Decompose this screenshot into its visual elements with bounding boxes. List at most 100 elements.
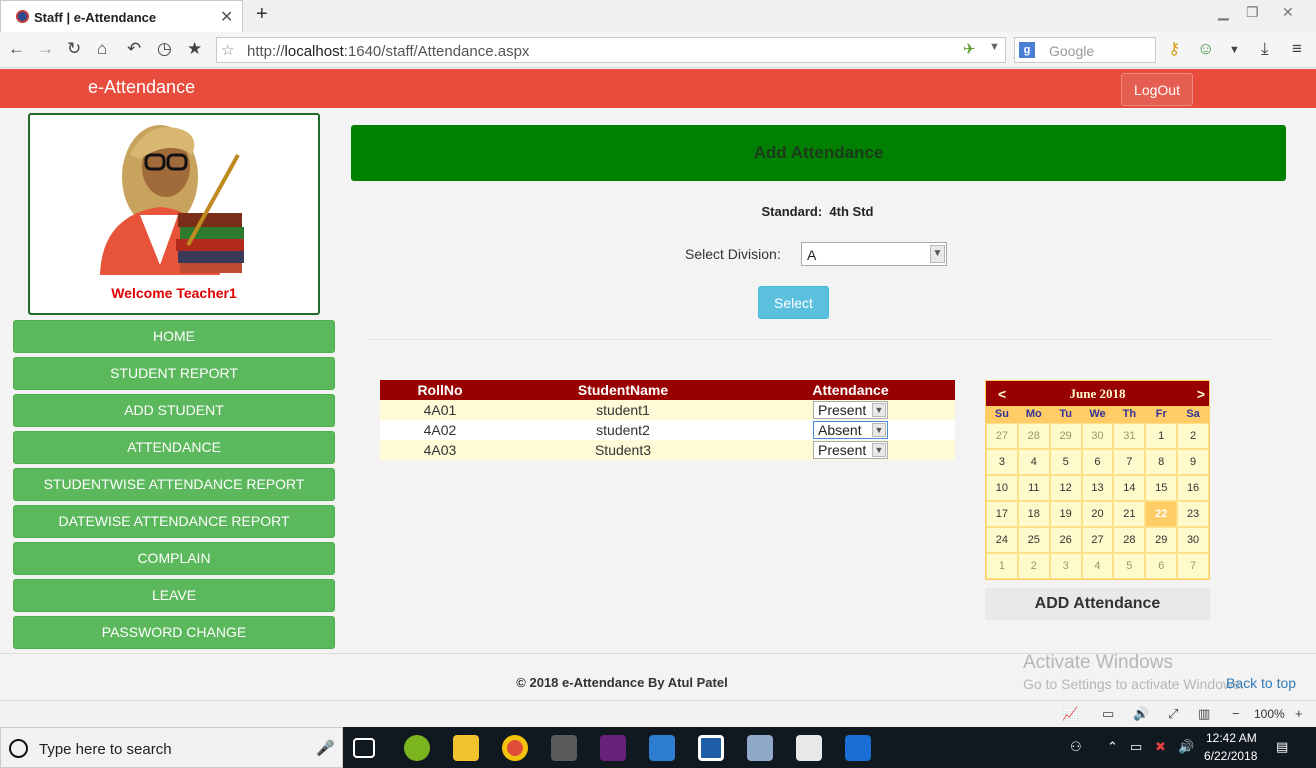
calendar-day[interactable]: 5	[1113, 553, 1146, 579]
calendar-day[interactable]: 4	[1017, 449, 1050, 475]
menu-dropdown-icon[interactable]: ▼	[1229, 44, 1240, 56]
address-bar[interactable]: ☆ http://localhost:1640/staff/Attendance…	[216, 37, 1006, 63]
calendar-day[interactable]: 3	[986, 449, 1018, 475]
speaker-icon[interactable]: 🔊	[1178, 739, 1194, 755]
tray-chevron-icon[interactable]: ⌃	[1107, 739, 1118, 755]
calendar-day[interactable]: 2	[1177, 423, 1209, 449]
calendar-day[interactable]: 1	[986, 553, 1018, 579]
calendar-day[interactable]: 26	[1049, 527, 1082, 553]
app-active-icon[interactable]	[845, 735, 871, 761]
clock-time[interactable]: 12:42 AM	[1206, 731, 1257, 745]
menu-datewise-report-button[interactable]: DATEWISE ATTENDANCE REPORT	[13, 505, 335, 538]
calendar-day[interactable]: 18	[1017, 501, 1050, 527]
calendar-day[interactable]: 24	[986, 527, 1018, 553]
attendance-select[interactable]: Present ▼	[813, 441, 888, 460]
home-icon[interactable]: ⌂	[97, 39, 107, 59]
chevron-down-icon[interactable]: ▼	[872, 403, 886, 418]
menu-student-report-button[interactable]: STUDENT REPORT	[13, 357, 335, 390]
url-text[interactable]: http://localhost:1640/staff/Attendance.a…	[247, 43, 529, 60]
calendar-day[interactable]: 30	[1081, 423, 1114, 449]
app-green-icon[interactable]	[404, 735, 430, 761]
division-select[interactable]: A ▼	[801, 242, 947, 266]
calendar-day[interactable]: 29	[1145, 527, 1178, 553]
minimize-window-icon[interactable]: ▁	[1218, 4, 1229, 21]
reload-icon[interactable]: ↻	[67, 39, 81, 59]
attendance-select[interactable]: Present ▼	[813, 401, 888, 420]
calendar-day[interactable]: 27	[986, 423, 1018, 449]
network-icon[interactable]: ✖	[1155, 739, 1166, 755]
screen-icon[interactable]: ▭	[1102, 706, 1114, 722]
fullscreen-icon[interactable]: ⤢	[1168, 706, 1178, 722]
calendar-day[interactable]: 4	[1081, 553, 1114, 579]
calendar-day[interactable]: 7	[1113, 449, 1146, 475]
calendar-day-selected[interactable]: 22	[1145, 501, 1178, 527]
menu-studentwise-report-button[interactable]: STUDENTWISE ATTENDANCE REPORT	[13, 468, 335, 501]
visual-studio-icon[interactable]	[600, 735, 626, 761]
url-dropdown-icon[interactable]: ▼	[989, 41, 1000, 53]
close-window-icon[interactable]: ✕	[1282, 4, 1294, 21]
app-tablet-icon[interactable]	[747, 735, 773, 761]
calendar-day[interactable]: 31	[1113, 423, 1146, 449]
menu-attendance-button[interactable]: ATTENDANCE	[13, 431, 335, 464]
file-explorer-icon[interactable]	[453, 735, 479, 761]
restore-window-icon[interactable]: ❐	[1246, 4, 1259, 21]
chrome-icon[interactable]	[502, 735, 528, 761]
clock-date[interactable]: 6/22/2018	[1204, 749, 1257, 763]
logout-button[interactable]: LogOut	[1121, 73, 1193, 106]
bookmark-star-icon[interactable]: ★	[187, 39, 202, 59]
history-icon[interactable]: ◷	[157, 39, 172, 59]
menu-leave-button[interactable]: LEAVE	[13, 579, 335, 612]
calendar-day[interactable]: 3	[1049, 553, 1082, 579]
calendar-day[interactable]: 6	[1081, 449, 1114, 475]
reader-icon[interactable]: ▥	[1198, 706, 1210, 722]
people-icon[interactable]: ⚇	[1070, 739, 1082, 755]
battery-icon[interactable]: ▭	[1130, 739, 1142, 755]
chevron-down-icon[interactable]: ▼	[872, 443, 886, 458]
microphone-icon[interactable]: 🎤	[316, 739, 335, 757]
calendar-day[interactable]: 1	[1145, 423, 1178, 449]
bookmark-page-icon[interactable]: ☆	[221, 41, 234, 59]
calendar-day[interactable]: 30	[1177, 527, 1209, 553]
calendar-day[interactable]: 15	[1145, 475, 1178, 501]
select-button[interactable]: Select	[758, 286, 829, 319]
calendar-day[interactable]: 11	[1017, 475, 1050, 501]
hamburger-menu-icon[interactable]: ≡	[1292, 39, 1302, 59]
menu-home-button[interactable]: HOME	[13, 320, 335, 353]
chevron-down-icon[interactable]: ▼	[872, 423, 886, 438]
back-to-top-link[interactable]: Back to top	[1226, 675, 1296, 691]
volume-icon[interactable]: 🔊	[1133, 706, 1149, 722]
browser-search-box[interactable]: g Google	[1014, 37, 1156, 63]
calendar-day[interactable]: 6	[1145, 553, 1178, 579]
calendar-day[interactable]: 20	[1081, 501, 1114, 527]
zoom-out-icon[interactable]: −	[1232, 706, 1240, 721]
calendar-day[interactable]: 8	[1145, 449, 1178, 475]
calendar-day[interactable]: 28	[1017, 423, 1050, 449]
calendar-day[interactable]: 17	[986, 501, 1018, 527]
calendar-day[interactable]: 7	[1177, 553, 1209, 579]
calendar-day[interactable]: 21	[1113, 501, 1146, 527]
notifications-icon[interactable]: ▤	[1276, 739, 1288, 755]
photos-icon[interactable]	[796, 735, 822, 761]
calendar-day[interactable]: 12	[1049, 475, 1082, 501]
forward-icon[interactable]: →	[37, 39, 54, 59]
download-icon[interactable]: ⤓	[1261, 39, 1269, 59]
calendar-day[interactable]: 29	[1049, 423, 1082, 449]
calendar-day[interactable]: 28	[1113, 527, 1146, 553]
chevron-down-icon[interactable]: ▼	[930, 245, 945, 263]
menu-complain-button[interactable]: COMPLAIN	[13, 542, 335, 575]
zoom-level[interactable]: 100%	[1254, 707, 1285, 721]
calendar-day[interactable]: 16	[1177, 475, 1209, 501]
calendar-day[interactable]: 19	[1049, 501, 1082, 527]
zoom-in-icon[interactable]: +	[1295, 706, 1303, 721]
attendance-select[interactable]: Absent ▼	[813, 421, 888, 440]
chart-icon[interactable]: 📈	[1062, 706, 1078, 722]
undo-close-icon[interactable]: ↶	[127, 39, 141, 59]
computer-icon[interactable]	[649, 735, 675, 761]
calendar-day[interactable]: 2	[1017, 553, 1050, 579]
next-month-link[interactable]: >	[1197, 386, 1205, 402]
key-icon[interactable]: ⚷	[1168, 39, 1180, 59]
calendar-day[interactable]: 27	[1081, 527, 1114, 553]
tools-icon[interactable]	[551, 735, 577, 761]
app-blue-icon[interactable]	[698, 735, 724, 761]
task-view-icon[interactable]	[353, 738, 375, 758]
